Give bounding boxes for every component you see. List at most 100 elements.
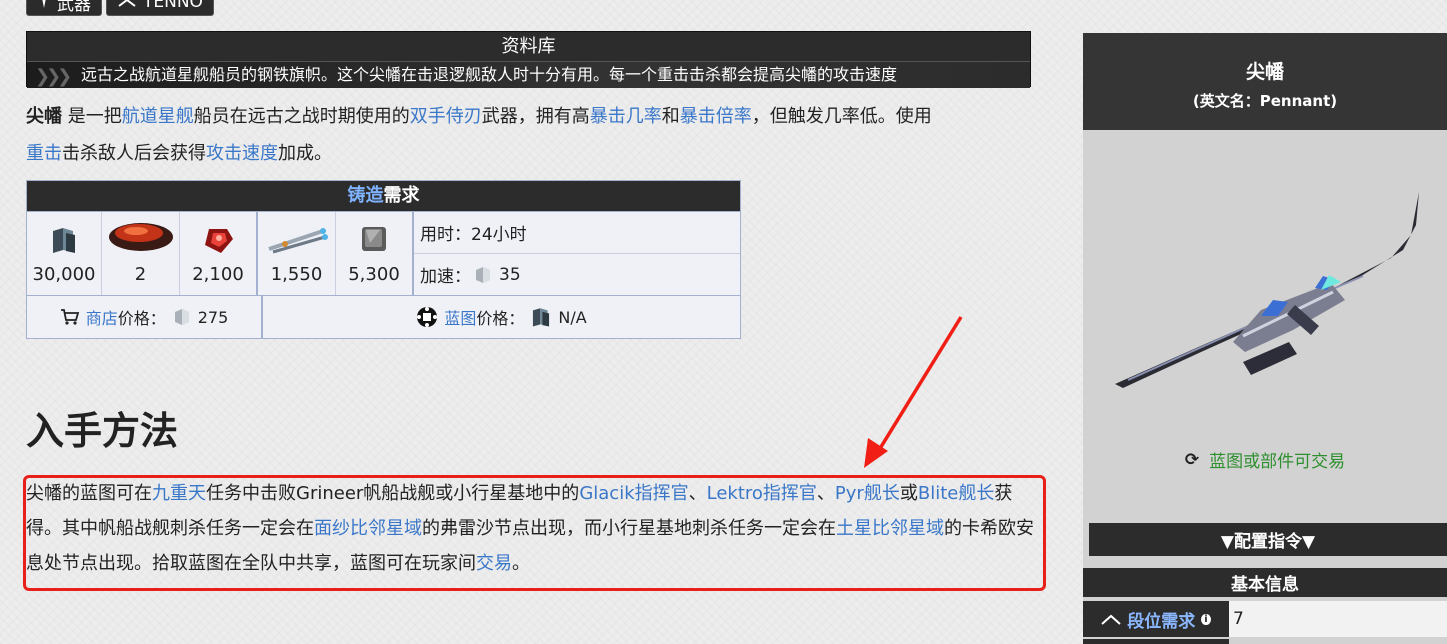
- text: 尖幡的蓝图可在: [26, 483, 152, 504]
- tag-label: TENNO: [143, 0, 203, 12]
- rush-cost: 加速： 35: [414, 254, 740, 295]
- rank-value: 7: [1229, 601, 1447, 637]
- basic-info-header: 基本信息: [1083, 568, 1447, 597]
- link-veil-proxima[interactable]: 面纱比邻星域: [314, 518, 422, 539]
- text: 是一把: [62, 106, 122, 127]
- database-description: 远古之战航道星舰船员的钢铁旗帜。这个尖幡在击退逻舰敌人时十分有用。每一个重击击杀…: [81, 65, 898, 84]
- database-description-row: ❯❯❯ 远古之战航道星舰船员的钢铁旗帜。这个尖幡在击退逻舰敌人时十分有用。每一个…: [27, 62, 1030, 88]
- trade-text: 蓝图或部件可交易: [1209, 452, 1346, 472]
- database-title: 资料库: [27, 32, 1030, 62]
- infobox-subtitle: (英文名：Pennant): [1192, 92, 1338, 110]
- crafting-table: 铸造需求 30,000 2 2,100 1,550 5,300 用时：24小时 …: [26, 180, 741, 339]
- text: 或: [899, 483, 918, 504]
- infobox-header: 尖幡 (英文名：Pennant): [1083, 33, 1447, 130]
- resource-amount: 2: [134, 264, 147, 285]
- text: 加成。: [278, 143, 332, 164]
- resource-amount: 30,000: [32, 264, 96, 285]
- infobox: 尖幡 (英文名：Pennant) ⟳ 蓝图或部件可交易 ▼配置指令▼ 基本信息 …: [1083, 33, 1447, 644]
- link-void[interactable]: 九重天: [152, 483, 206, 504]
- resource-ferrite[interactable]: 5,300: [336, 212, 414, 295]
- next-row-stub: [1083, 639, 1229, 644]
- trade-status: ⟳ 蓝图或部件可交易: [1083, 447, 1447, 473]
- annotation-arrow: [864, 316, 963, 468]
- platinum-icon: [473, 265, 493, 285]
- resource-credits[interactable]: 30,000: [27, 212, 102, 295]
- text: 。: [512, 553, 530, 574]
- rank-icon: [1101, 612, 1121, 626]
- text: ，但触发几率低。使用: [751, 106, 932, 127]
- link-mastery-rank[interactable]: 段位需求: [1127, 607, 1195, 632]
- cart-icon: [60, 308, 80, 326]
- build-time: 用时：24小时: [414, 212, 740, 254]
- resource-amount: 1,550: [270, 264, 323, 285]
- text: 的弗雷沙节点出现，而小行星基地刺杀任务一定会在: [422, 518, 836, 539]
- resource-circuits[interactable]: 1,550: [258, 212, 336, 295]
- credits-icon: [530, 306, 552, 328]
- database-box: 资料库 ❯❯❯ 远古之战航道星舰船员的钢铁旗帜。这个尖幡在击退逻舰敌人时十分有用…: [26, 31, 1031, 88]
- link-lektro[interactable]: Lektro指挥官: [707, 483, 817, 504]
- link-pyr[interactable]: Pyr舰长: [835, 483, 900, 504]
- text: 和: [661, 106, 680, 127]
- link-blueprint[interactable]: 蓝图: [444, 309, 476, 328]
- blueprint-value: N/A: [558, 307, 587, 327]
- shop-value: 275: [197, 307, 229, 327]
- link-crit-multiplier[interactable]: 暴击倍率: [680, 106, 752, 127]
- link-two-handed-nikana[interactable]: 双手侍刃: [410, 106, 482, 127]
- crafting-header: 铸造需求: [27, 181, 740, 211]
- text: 、: [688, 483, 707, 504]
- infobox-title: 尖幡: [1245, 61, 1284, 83]
- weapon-icon: [37, 0, 51, 13]
- rush-label: 加速：: [420, 267, 471, 287]
- link-corpus[interactable]: 航道星舰: [122, 106, 194, 127]
- trade-icon: ⟳: [1184, 449, 1200, 470]
- ferrite-icon: [358, 223, 390, 260]
- config-toggle[interactable]: ▼配置指令▼: [1089, 523, 1447, 556]
- text: 武器，拥有高: [481, 106, 590, 127]
- link-crit-chance[interactable]: 暴击几率: [590, 106, 662, 127]
- red-gem-icon: [201, 225, 235, 260]
- build-time-label: 用时：24小时: [420, 225, 527, 245]
- link-blite[interactable]: Blite舰长: [918, 483, 994, 504]
- resource-red-gem[interactable]: 2,100: [180, 212, 258, 295]
- crafting-price-row: 商店价格： 275 蓝图价格： N/A: [27, 295, 740, 338]
- resource-amount: 5,300: [348, 264, 400, 285]
- resource-amount: 2,100: [192, 264, 244, 285]
- blueprint-label: 价格：: [476, 309, 525, 328]
- weapon-image: [1115, 192, 1419, 388]
- circuits-icon: [265, 225, 329, 260]
- link-heavy-attack[interactable]: 重击: [26, 143, 62, 164]
- text: 船员在远古之战时期使用的: [193, 106, 410, 127]
- tag-bar: 武器 TENNO: [26, 0, 214, 16]
- text: 、: [816, 483, 835, 504]
- link-saturn-proxima[interactable]: 土星比邻星域: [836, 518, 944, 539]
- orokin-cell-icon: [106, 215, 176, 260]
- link-foundry[interactable]: 铸造: [348, 185, 384, 206]
- platinum-icon: [172, 307, 192, 327]
- blueprint-icon: [416, 306, 438, 328]
- crafting-header-text: 需求: [383, 185, 420, 206]
- credits-icon: [49, 225, 79, 260]
- tag-weapon[interactable]: 武器: [26, 0, 102, 16]
- link-attack-speed[interactable]: 攻击速度: [206, 143, 278, 164]
- section-heading-acquisition: 入手方法: [26, 409, 179, 453]
- blueprint-price: 蓝图价格： N/A: [263, 296, 740, 338]
- tag-tenno[interactable]: TENNO: [106, 0, 214, 16]
- rank-label-cell: 段位需求 i: [1083, 601, 1229, 637]
- text: 任务中击败Grineer帆船战舰或小行星基地中的: [206, 483, 580, 504]
- crafting-resources-row: 30,000 2 2,100 1,550 5,300 用时：24小时 加速： 3…: [27, 211, 740, 295]
- rank-row: 段位需求 i 7: [1083, 601, 1447, 637]
- acquisition-paragraph: 尖幡的蓝图可在九重天任务中击败Grineer帆船战舰或小行星基地中的Glacik…: [26, 476, 1044, 581]
- shop-price: 商店价格： 275: [27, 296, 263, 338]
- tenno-icon: [117, 0, 137, 13]
- tag-label: 武器: [57, 0, 91, 15]
- link-market[interactable]: 商店: [86, 309, 118, 328]
- info-icon[interactable]: i: [1201, 613, 1211, 625]
- link-glacik[interactable]: Glacik指挥官: [579, 483, 688, 504]
- resource-orokin-cell[interactable]: 2: [102, 212, 180, 295]
- intro-paragraph: 尖幡 是一把航道星舰船员在远古之战时期使用的双手侍刃武器，拥有高暴击几率和暴击倍…: [26, 98, 1036, 172]
- rush-value: 35: [499, 264, 521, 285]
- shop-label: 价格：: [117, 309, 166, 328]
- weapon-name: 尖幡: [26, 106, 62, 127]
- link-trading[interactable]: 交易: [476, 553, 512, 574]
- chevrons-icon: ❯❯❯: [35, 66, 72, 87]
